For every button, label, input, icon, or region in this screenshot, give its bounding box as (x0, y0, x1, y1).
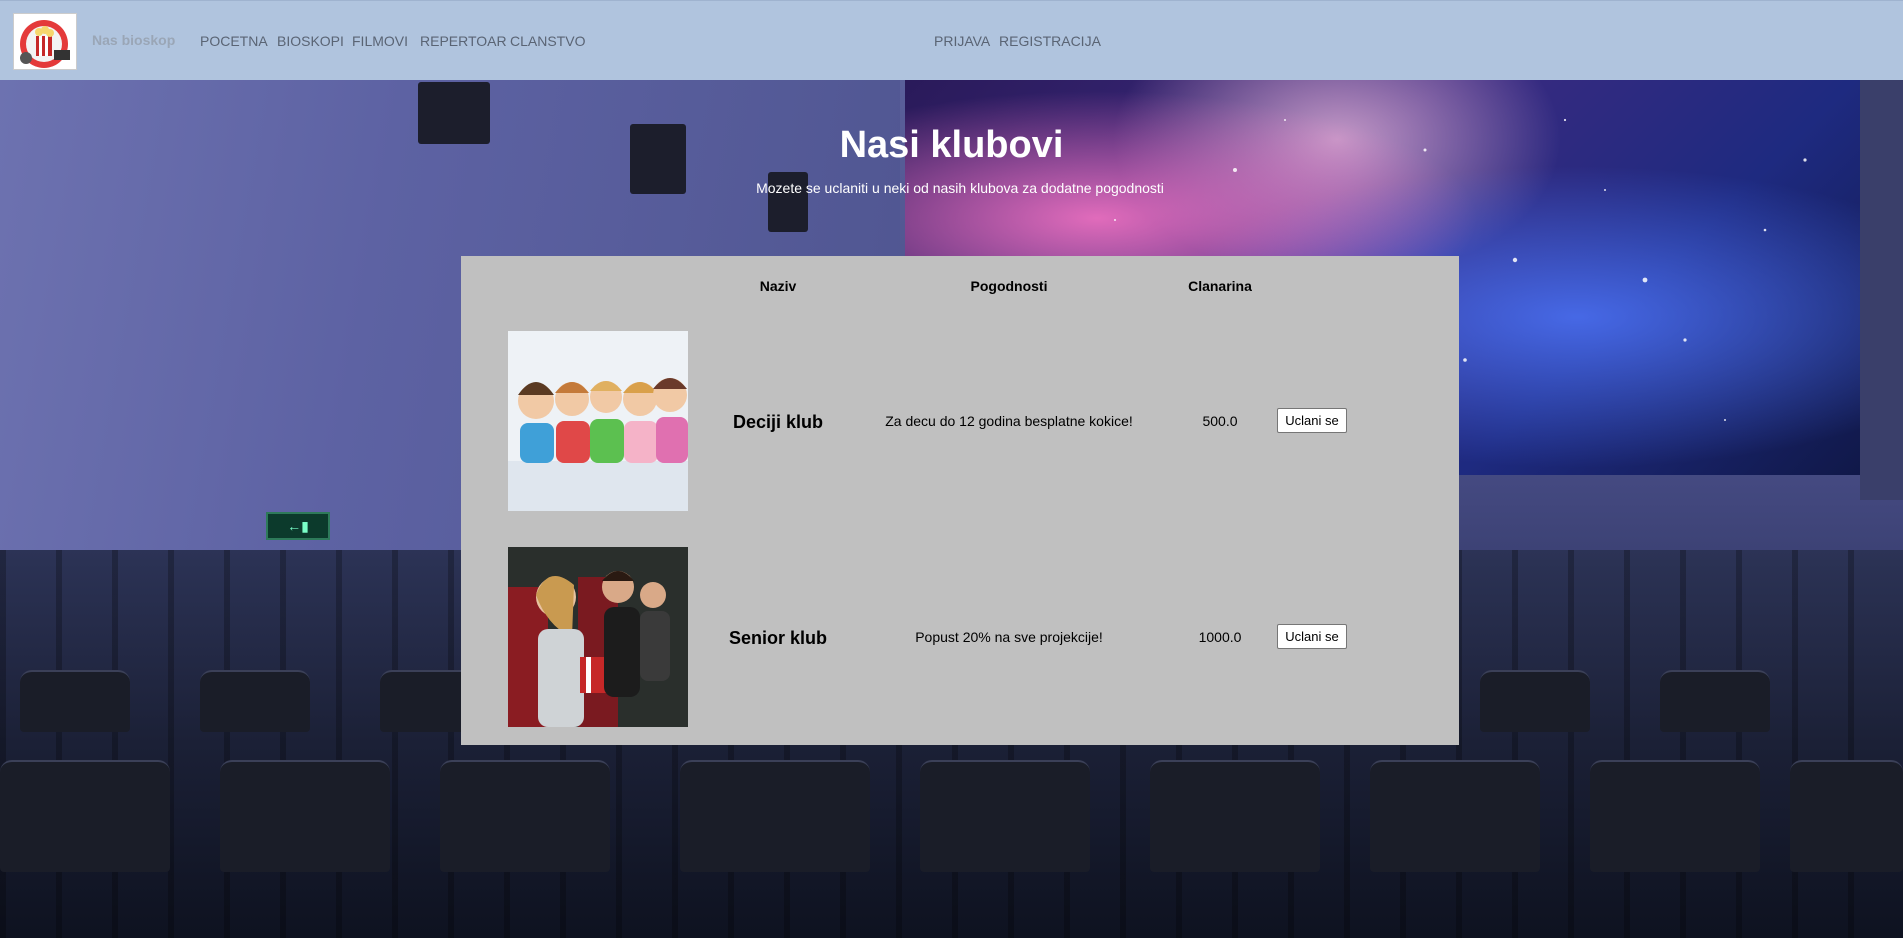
nav-link-registracija[interactable]: REGISTRACIJA (999, 33, 1101, 49)
club-name: Senior klub (728, 628, 828, 648)
page-subtitle: Mozete se uclaniti u neki od nasih klubo… (756, 180, 1164, 196)
club-benefit: Za decu do 12 godina besplatne kokice! (885, 413, 1133, 429)
nav-link-repertoar[interactable]: REPERTOAR (420, 33, 507, 49)
club-fee: 500.0 (1202, 413, 1238, 429)
brand-name[interactable]: Nas bioskop (92, 32, 175, 48)
nav-link-pocetna[interactable]: POCETNA (200, 33, 268, 49)
club-benefit: Popust 20% na sve projekcije! (915, 629, 1103, 645)
header-naziv: Naziv (759, 278, 797, 294)
exit-sign-icon: ←▮ (266, 512, 330, 540)
audience-photo (508, 547, 688, 727)
join-button-deciji-klub[interactable]: Uclani se (1277, 408, 1347, 433)
children-photo (508, 331, 688, 511)
page-title: Nasi klubovi (839, 124, 1064, 166)
nav-link-prijava[interactable]: PRIJAVA (934, 33, 990, 49)
nav-link-bioskopi[interactable]: BIOSKOPI (277, 33, 344, 49)
navbar: Nas bioskop POCETNA BIOSKOPI FILMOVI REP… (0, 0, 1903, 80)
nav-link-clanstvo[interactable]: CLANSTVO (510, 33, 585, 49)
club-name: Deciji klub (732, 412, 824, 432)
clubs-table: Naziv Pogodnosti Clanarina Deciji klub Z… (461, 256, 1459, 745)
header-pogodnosti: Pogodnosti (970, 278, 1048, 294)
header-clanarina: Clanarina (1188, 278, 1252, 294)
popcorn-cinema-logo-icon[interactable] (13, 13, 77, 70)
join-button-senior-klub[interactable]: Uclani se (1277, 624, 1347, 649)
nav-link-filmovi[interactable]: FILMOVI (352, 33, 408, 49)
club-fee: 1000.0 (1198, 629, 1242, 645)
